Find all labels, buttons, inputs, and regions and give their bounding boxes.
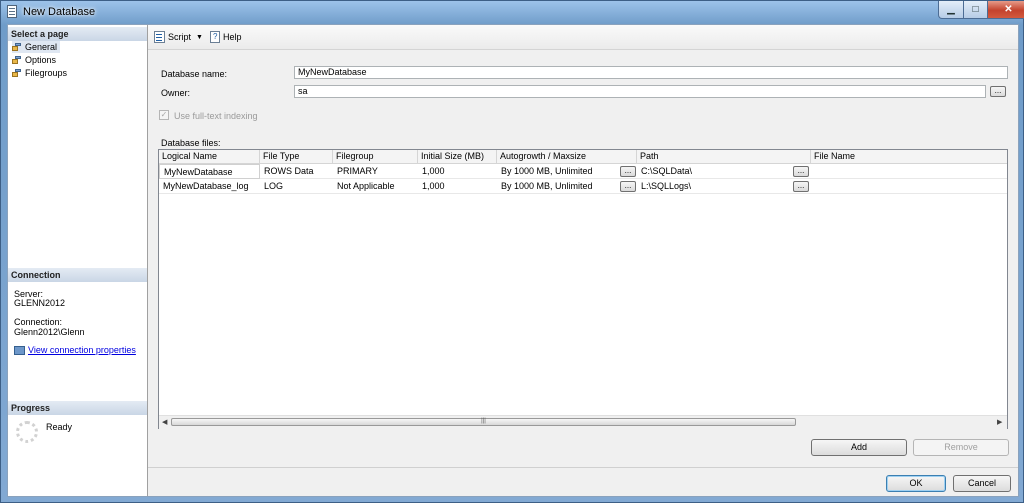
close-button[interactable]: ✕ [987,1,1024,19]
cell-file-name[interactable] [811,179,1007,194]
minimize-button[interactable]: ▁ [938,1,964,19]
cancel-button[interactable]: Cancel [953,475,1011,492]
autogrowth-edit-button[interactable]: ... [620,166,636,177]
database-name-label: Database name: [161,69,228,79]
column-header[interactable]: Autogrowth / Maxsize [497,150,637,164]
horizontal-scrollbar[interactable]: ◀ ||| ▶ [159,415,1007,429]
database-files-label: Database files: [161,138,221,148]
path-browse-button[interactable]: ... [793,181,809,192]
column-header[interactable]: File Type [260,150,333,164]
cell-file-type[interactable]: ROWS Data [260,164,333,179]
owner-label: Owner: [161,88,191,98]
scrollbar-thumb[interactable]: ||| [171,418,796,426]
help-label: Help [223,32,242,42]
path-browse-button[interactable]: ... [793,166,809,177]
help-icon: ? [210,31,220,43]
page-icon [12,55,21,65]
cell-filegroup[interactable]: Not Applicable [333,179,418,194]
page-icon [12,42,21,52]
cell-autogrowth[interactable]: By 1000 MB, Unlimited [497,164,637,179]
page-icon [12,68,21,78]
new-database-window: New Database ▁ □ ✕ Select a page General… [0,0,1024,503]
page-item-filegroups[interactable]: Filegroups [12,67,67,79]
progress-status: Ready [46,422,73,432]
connection-label: Connection: [14,317,63,327]
title-bar[interactable]: New Database ▁ □ ✕ [1,1,1024,23]
scroll-left-icon[interactable]: ◀ [162,418,167,426]
cell-file-name[interactable] [811,164,1007,179]
column-header[interactable]: File Name [811,150,1007,164]
column-header[interactable]: Path [637,150,811,164]
view-connection-link[interactable]: View connection properties [28,345,136,355]
cell-file-type[interactable]: LOG [260,179,333,194]
cell-filegroup[interactable]: PRIMARY [333,164,418,179]
dialog-footer: OK Cancel [148,467,1018,497]
page-item-label: Options [25,55,57,65]
scroll-right-icon[interactable]: ▶ [997,418,1002,426]
cell-initial-size[interactable]: 1,000 [418,179,497,194]
progress-header: Progress [8,401,147,415]
select-page-header: Select a page [8,27,147,41]
cell-path[interactable]: C:\SQLData\ [637,164,811,179]
toolbar: Script ▼ ? Help [148,25,1018,50]
script-label: Script [168,32,192,42]
properties-icon [14,345,25,355]
column-header[interactable]: Initial Size (MB) [418,150,497,164]
remove-button[interactable]: Remove [913,439,1009,456]
fulltext-label: Use full-text indexing [174,111,258,121]
cell-initial-size[interactable]: 1,000 [418,164,497,179]
page-item-options[interactable]: Options [12,54,56,66]
connection-header: Connection [8,268,147,282]
script-button[interactable]: Script [154,30,191,44]
column-header[interactable]: Logical Name [159,150,260,164]
fulltext-checkbox[interactable]: ✓ [159,110,169,120]
cell-path[interactable]: L:\SQLLogs\ [637,179,811,194]
left-pane: Select a page General Options Filegroups… [8,25,148,496]
server-value: GLENN2012 [14,298,66,308]
cell-logical-name[interactable]: MyNewDatabase [159,164,260,179]
owner-browse-button[interactable]: ... [990,86,1006,97]
script-icon [154,31,165,43]
add-button[interactable]: Add [811,439,907,456]
column-header[interactable]: Filegroup [333,150,418,164]
owner-input[interactable]: sa [294,85,986,98]
progress-spinner-icon [16,421,38,443]
script-dropdown-arrow[interactable]: ▼ [196,30,203,44]
dialog-client: Select a page General Options Filegroups… [7,24,1019,497]
help-button[interactable]: ? Help [210,30,242,44]
autogrowth-edit-button[interactable]: ... [620,181,636,192]
window-title: New Database [23,6,96,18]
cell-logical-name[interactable]: MyNewDatabase_log [159,179,260,194]
ok-button[interactable]: OK [886,475,946,492]
view-connection-properties[interactable]: View connection properties [14,345,136,355]
page-item-general[interactable]: General [12,41,60,53]
cell-autogrowth[interactable]: By 1000 MB, Unlimited [497,179,637,194]
database-files-grid: Logical Name File Type Filegroup Initial… [158,149,1008,429]
connection-value: Glenn2012\Glenn [14,327,85,337]
right-pane: Script ▼ ? Help Database name: MyNewData… [148,25,1018,496]
maximize-button[interactable]: □ [963,1,988,19]
database-icon [7,5,17,18]
page-item-label: General [25,42,58,52]
page-item-label: Filegroups [25,68,68,78]
database-name-input[interactable]: MyNewDatabase [294,66,1008,79]
